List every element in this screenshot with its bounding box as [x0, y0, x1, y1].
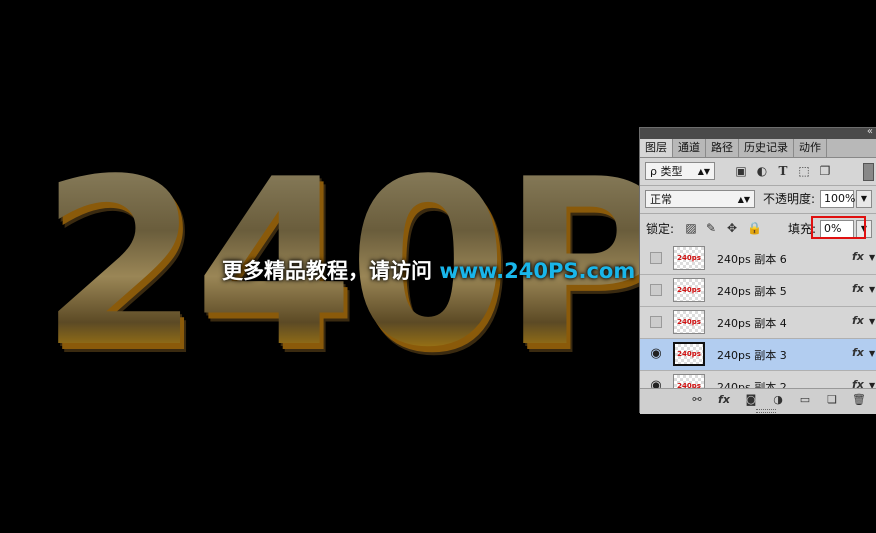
watermark-prefix: 更多精品教程，请访问 — [222, 259, 432, 283]
lock-all-icon[interactable]: 🔒 — [747, 221, 762, 235]
tab-paths[interactable]: 路径 — [706, 139, 739, 157]
layer-thumbnail: 240ps — [673, 246, 705, 270]
chevron-updown-icon: ▲▼ — [737, 195, 750, 204]
visibility-toggle-off[interactable] — [650, 316, 662, 328]
new-adjustment-layer-icon[interactable]: ◑ — [771, 393, 785, 407]
filter-kind-label: ρ 类型 — [650, 165, 683, 178]
layer-thumbnail: 240ps — [673, 278, 705, 302]
layer-thumbnail: 240ps — [673, 310, 705, 334]
layers-list: 240ps 240ps 副本 6 fx ▼ 240ps 240ps 副本 5 f… — [640, 243, 876, 388]
type-filter-icon[interactable]: T — [776, 164, 790, 178]
layer-name: 240ps 副本 3 — [717, 349, 787, 362]
divider — [640, 213, 876, 214]
layer-row[interactable]: 240ps 240ps 副本 5 fx ▼ — [640, 275, 876, 307]
layer-thumbnail: 240ps — [673, 342, 705, 366]
blend-mode-value: 正常 — [650, 193, 672, 206]
expand-effects-icon[interactable]: ▼ — [869, 285, 875, 294]
layer-name: 240ps 副本 2 — [717, 381, 787, 388]
chevron-updown-icon: ▲▼ — [697, 167, 710, 176]
new-layer-icon[interactable]: ❏ — [825, 393, 839, 407]
blend-mode-select[interactable]: 正常 ▲▼ — [645, 190, 755, 208]
layer-thumbnail: 240ps — [673, 374, 705, 388]
filter-kind-select[interactable]: ρ 类型 ▲▼ — [645, 162, 715, 180]
divider — [640, 185, 876, 186]
layer-row-selected[interactable]: ◉ 240ps 240ps 副本 3 fx ▼ — [640, 339, 876, 371]
expand-effects-icon[interactable]: ▼ — [869, 349, 875, 358]
link-layers-icon[interactable]: ⚯ — [690, 393, 704, 407]
collapse-panel-icon[interactable]: « — [867, 126, 873, 137]
filter-toggle-switch[interactable] — [863, 163, 874, 181]
opacity-input[interactable]: 100% — [820, 190, 855, 208]
watermark-text: 更多精品教程，请访问 www.240PS.com — [222, 255, 635, 285]
layer-row[interactable]: ◉ 240ps 240ps 副本 2 fx ▼ — [640, 371, 876, 388]
layer-effects-icon[interactable]: fx — [852, 314, 864, 327]
tab-history[interactable]: 历史记录 — [739, 139, 794, 157]
blend-opacity-row: 正常 ▲▼ 不透明度: 100% ▼ — [640, 189, 876, 211]
image-filter-icon[interactable]: ▣ — [734, 164, 748, 178]
expand-effects-icon[interactable]: ▼ — [869, 253, 875, 262]
layer-name: 240ps 副本 6 — [717, 253, 787, 266]
layers-bottom-toolbar: ⚯ fx ◙ ◑ ▭ ❏ 🗑 — [640, 388, 876, 414]
add-mask-icon[interactable]: ◙ — [744, 393, 758, 407]
layer-name: 240ps 副本 5 — [717, 285, 787, 298]
new-group-icon[interactable]: ▭ — [798, 393, 812, 407]
tab-layers[interactable]: 图层 — [640, 139, 673, 157]
panel-title-bar: « — [640, 126, 876, 139]
layers-panel: « 图层 通道 路径 历史记录 动作 ρ 类型 ▲▼ ▣ ◐ T ⬚ ❐ 正常 … — [639, 126, 876, 414]
layer-filter-row: ρ 类型 ▲▼ ▣ ◐ T ⬚ ❐ — [640, 161, 876, 183]
layer-name: 240ps 副本 4 — [717, 317, 787, 330]
watermark-url: www.240PS.com — [439, 259, 636, 283]
visibility-toggle-off[interactable] — [650, 252, 662, 264]
opacity-label: 不透明度: — [763, 192, 816, 206]
layer-row[interactable]: 240ps 240ps 副本 4 fx ▼ — [640, 307, 876, 339]
eye-icon[interactable]: ◉ — [650, 347, 662, 360]
expand-effects-icon[interactable]: ▼ — [869, 381, 875, 388]
tab-channels[interactable]: 通道 — [673, 139, 706, 157]
panel-tabs: 图层 通道 路径 历史记录 动作 — [640, 139, 876, 158]
visibility-toggle-off[interactable] — [650, 284, 662, 296]
layer-effects-icon[interactable]: fx — [852, 250, 864, 263]
layer-effects-icon[interactable]: fx — [852, 346, 864, 359]
delete-layer-icon[interactable]: 🗑 — [852, 393, 866, 407]
lock-transparent-pixels-icon[interactable]: ▨ — [684, 221, 698, 235]
layer-effects-icon[interactable]: fx — [852, 282, 864, 295]
resize-grip[interactable] — [756, 409, 776, 413]
smart-object-filter-icon[interactable]: ❐ — [818, 164, 832, 178]
fill-highlight-box — [811, 216, 866, 239]
shape-filter-icon[interactable]: ⬚ — [797, 164, 811, 178]
opacity-dropdown-button[interactable]: ▼ — [856, 190, 872, 208]
layer-row[interactable]: 240ps 240ps 副本 6 fx ▼ — [640, 243, 876, 275]
tab-actions[interactable]: 动作 — [794, 139, 827, 157]
adjustment-filter-icon[interactable]: ◐ — [755, 164, 769, 178]
expand-effects-icon[interactable]: ▼ — [869, 317, 875, 326]
add-layer-style-icon[interactable]: fx — [717, 393, 731, 407]
lock-position-icon[interactable]: ✥ — [725, 221, 739, 235]
lock-image-pixels-icon[interactable]: ✎ — [704, 221, 718, 235]
lock-label: 锁定: — [646, 222, 675, 236]
layer-effects-icon[interactable]: fx — [852, 378, 864, 388]
eye-icon[interactable]: ◉ — [650, 379, 662, 388]
